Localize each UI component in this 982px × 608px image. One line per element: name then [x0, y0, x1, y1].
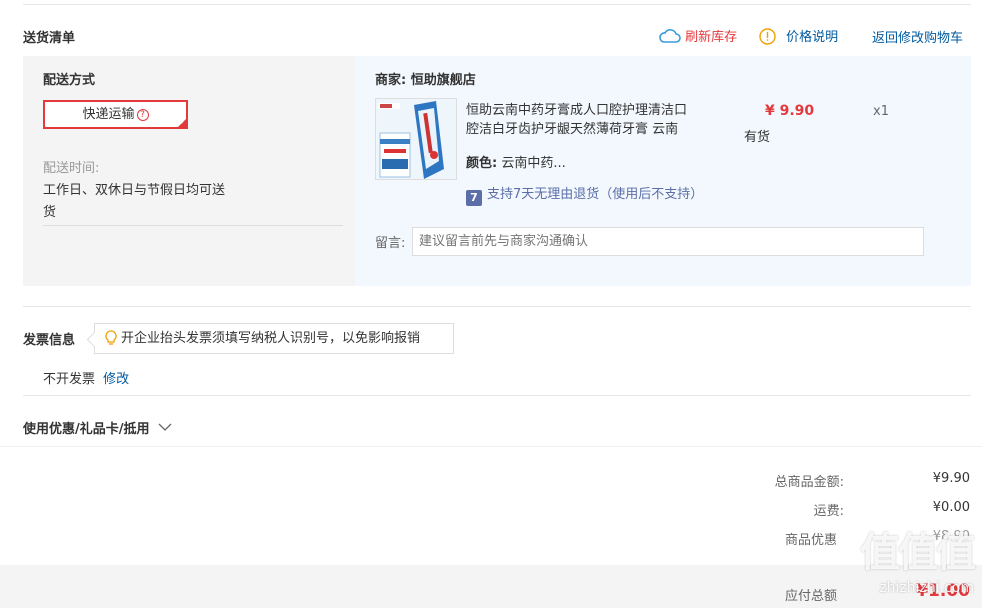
check-icon: ✓ [180, 118, 186, 126]
refresh-stock-link[interactable]: 刷新库存 [659, 26, 737, 45]
shipping-heading: 配送方式 [43, 73, 96, 88]
invoice-tip: 开企业抬头发票须填写纳税人识别号，以免影响报销 [94, 323, 454, 354]
price-note-label: 价格说明 [786, 30, 839, 45]
coupon-toggle[interactable]: 使用优惠/礼品卡/抵用 [23, 418, 172, 437]
color-label: 颜色: [466, 156, 498, 171]
product-name-line2[interactable]: 腔洁白牙齿护牙龈天然薄荷牙膏 云南 [466, 118, 678, 137]
discount-label: 商品优惠 [784, 533, 837, 548]
goods-total-value: ¥9.90 [932, 471, 970, 486]
lightbulb-icon [105, 330, 117, 345]
delivery-time-value-line1: 工作日、双休日与节假日均可送 [43, 183, 226, 198]
color-value: 云南中药... [501, 156, 566, 171]
store-line: 商家: 恒助旗舰店 [375, 69, 476, 88]
shipping-fee-value: ¥0.00 [932, 500, 970, 515]
return-policy: 7 支持7天无理由退货（使用后不支持） [466, 183, 703, 206]
refresh-stock-label: 刷新库存 [685, 30, 738, 45]
top-divider [23, 4, 971, 5]
store-label: 商家: [375, 73, 407, 88]
product-color: 颜色: 云南中药... [466, 152, 566, 171]
delivery-time-value-line2: 货 [43, 205, 57, 220]
message-label: 留言: [375, 236, 406, 251]
delivery-title: 送货清单 [23, 31, 76, 46]
seven-day-return-icon: 7 [466, 190, 482, 206]
message-input[interactable] [412, 227, 924, 256]
cloud-refresh-icon [659, 29, 681, 43]
watermark-url: zhizhizhi.com [879, 580, 974, 596]
help-question-icon[interactable]: ? [136, 109, 149, 121]
toothpaste-image-icon [376, 99, 456, 179]
watermark: 值值值 zhizhizhi.com [834, 520, 976, 608]
warning-circle-icon [759, 28, 776, 45]
product-thumbnail[interactable] [375, 98, 457, 180]
invoice-status: 不开发票 修改 [43, 368, 129, 387]
invoice-title: 发票信息 [23, 333, 76, 348]
goods-total-label: 总商品金额: [774, 475, 844, 490]
watermark-logo: 值值值 [860, 530, 976, 576]
invoice-tip-text: 开企业抬头发票须填写纳税人识别号，以免影响报销 [121, 331, 421, 346]
chevron-down-icon [158, 423, 172, 431]
invoice-edit-link[interactable]: 修改 [103, 372, 129, 387]
return-cart-link[interactable]: 返回修改购物车 [872, 27, 963, 46]
price-note-link[interactable]: 价格说明 [759, 26, 838, 45]
shipping-fee-label: 运费: [813, 504, 844, 519]
return-policy-text: 支持7天无理由退货（使用后不支持） [487, 187, 704, 202]
express-shipping-label: 快递运输 [82, 107, 135, 122]
section-separator [0, 446, 982, 447]
stock-status: 有货 [744, 130, 771, 145]
shipping-divider [43, 225, 343, 226]
invoice-top-divider [23, 306, 971, 307]
express-shipping-option[interactable]: 快递运输? ✓ [43, 100, 188, 129]
product-price: ¥ 9.90 [765, 103, 815, 119]
coupon-top-divider [23, 395, 971, 396]
invoice-value: 不开发票 [43, 372, 96, 387]
store-name[interactable]: 恒助旗舰店 [411, 73, 476, 88]
delivery-time-label: 配送时间: [43, 161, 100, 176]
coupon-title: 使用优惠/礼品卡/抵用 [23, 422, 150, 437]
product-name-line1[interactable]: 恒助云南中药牙膏成人口腔护理清洁口 [466, 99, 687, 118]
product-quantity: x1 [873, 104, 889, 119]
payable-label: 应付总额 [784, 589, 837, 604]
